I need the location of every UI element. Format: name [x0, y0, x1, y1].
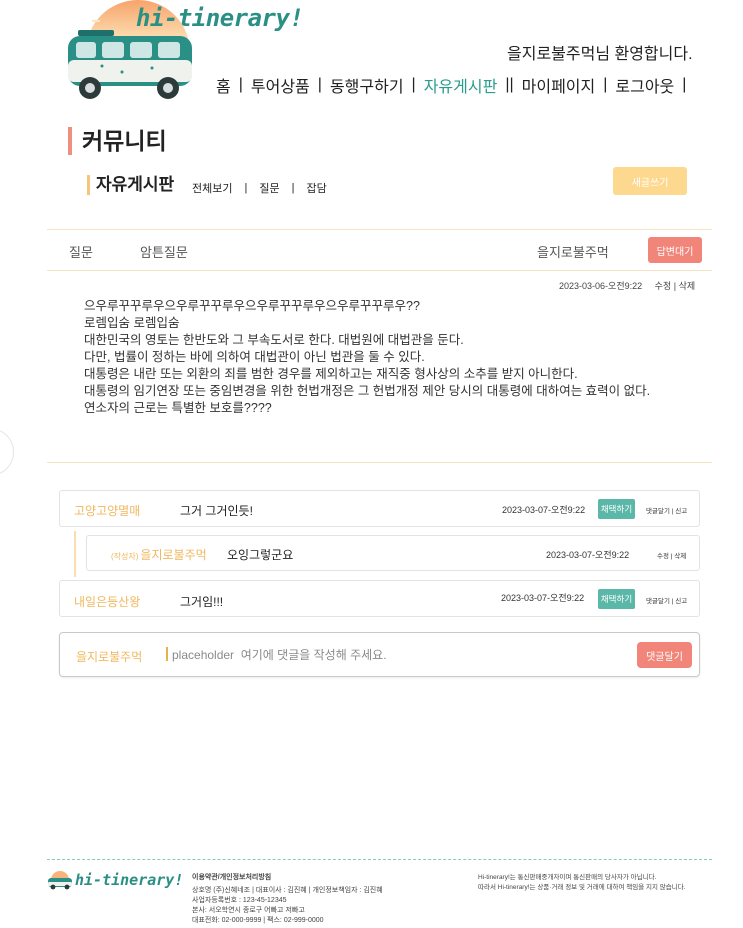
post-body-line: 다만, 법률이 정하는 바에 의하여 대법관이 아닌 법관을 둘 수 있다.: [84, 350, 425, 364]
footer-info-line: 대표전화: 02-000-9999 | 팩스: 02-999-0000: [192, 917, 324, 924]
footer-info-line: 사업자등록번호 : 123-45-12345: [192, 897, 287, 904]
footer-info-line: 본사: 서오학연시 종로구 어빠고 저빠고: [192, 907, 305, 914]
nav-home[interactable]: 홈: [216, 73, 231, 97]
comment-form: 을지로불주먹 댓글달기: [59, 632, 700, 677]
comment-date: 2023-03-07-오전9:22: [501, 593, 585, 603]
post-title: 암튼질문: [140, 245, 188, 260]
nav-tour-products[interactable]: 투어상품: [251, 73, 310, 97]
post-edit-link[interactable]: 수정: [655, 281, 672, 291]
footer-disclaimer: Hi-tinerary!는 통신판매중개자이며 통신판매의 당사자가 아닙니다.…: [478, 873, 686, 893]
logo-text[interactable]: hi-tinerary!: [136, 4, 304, 32]
nav-separator: |: [317, 76, 322, 93]
post-date: 2023-03-06-오전9:22: [559, 281, 643, 291]
page-title: 커뮤니티: [68, 127, 167, 155]
side-scroll-button[interactable]: [0, 428, 14, 476]
post-body-line: 대통령은 내란 또는 외환의 죄를 범한 경우를 제외하고는 재직중 형사상의 …: [84, 367, 578, 381]
adopt-button[interactable]: 채택하기: [598, 589, 635, 609]
post-author[interactable]: 을지로불주먹: [537, 242, 609, 261]
author-tag: (작성자): [111, 552, 139, 561]
submit-comment-button[interactable]: 댓글달기: [637, 642, 692, 668]
post-body: 으우루꾸꾸루우으우루꾸꾸루우으우루꾸꾸루우으우루꾸꾸루우?? 로렘입숨 로렘입숨…: [84, 298, 650, 417]
footer-info-line: 상호명 (주)신혜네조 | 대표이사 : 김진혜 | 개인정보책임자 : 김진혜: [192, 887, 383, 894]
comment-date: 2023-03-07-오전9:22: [502, 505, 586, 515]
footer-divider: [47, 859, 712, 860]
new-post-button[interactable]: 새글쓰기: [613, 167, 687, 195]
input-marker: [166, 647, 168, 661]
post-body-line: 으우루꾸꾸루우으우루꾸꾸루우으우루꾸꾸루우으우루꾸꾸루우??: [84, 299, 420, 313]
comment-text: 그거 그거인듯!: [180, 504, 253, 518]
board-tabs: 전체보기 | 질문 | 잡담: [192, 180, 327, 196]
reply-author[interactable]: (작성자) 을지로불주먹: [111, 546, 207, 563]
tab-question[interactable]: 질문: [259, 180, 279, 196]
reply-date: 2023-03-07-오전9:22: [546, 550, 630, 560]
comment-author[interactable]: 내일은등산왕: [74, 593, 140, 610]
comment-actions[interactable]: 댓글달기 | 신고: [646, 505, 687, 515]
welcome-message: 을지로불주먹님 환영합니다.: [507, 46, 693, 63]
nav-separator: |: [682, 76, 687, 93]
nav-separator: |: [238, 76, 243, 93]
nav-separator: |: [603, 76, 608, 93]
comment-item: 내일은등산왕 그거임!!! 2023-03-07-오전9:22 채택하기 댓글달…: [59, 580, 700, 617]
footer-note-line: 따라서 Hi-tinerary!는 상품·거래 정보 및 거래에 대하여 책임을…: [478, 884, 686, 891]
divider: [47, 462, 712, 463]
comment-text: 그거임!!!: [180, 595, 224, 609]
tab-separator: |: [244, 182, 248, 194]
comment-author[interactable]: 고양고양멸매: [74, 502, 140, 519]
post-body-line: 대한민국의 영토는 한반도와 그 부속도서로 한다. 대법원에 대법관을 둔다.: [84, 333, 464, 347]
nav-logout[interactable]: 로그아웃: [615, 73, 674, 97]
nav-my-page[interactable]: 마이페이지: [522, 73, 596, 97]
tab-chat[interactable]: 잡담: [306, 180, 326, 196]
post-body-line: 로렘입숨 로렘입숨: [84, 316, 180, 330]
footer-note-line: Hi-tinerary!는 통신판매중개자이며 통신판매의 당사자가 아닙니다.: [478, 874, 657, 881]
footer-van-icon: [48, 871, 72, 890]
tab-separator: |: [291, 182, 295, 194]
footer-logo-text[interactable]: hi-tinerary!: [75, 871, 183, 889]
board-title: 자유게시판: [87, 175, 174, 195]
tab-all[interactable]: 전체보기: [192, 180, 232, 196]
answer-status-button[interactable]: 답변대기: [648, 237, 702, 263]
footer-company-info: 이용약관/개인정보처리방침 상호명 (주)신혜네조 | 대표이사 : 김진혜 |…: [192, 873, 383, 926]
main-nav: 홈 | 투어상품 | 동행구하기 | 자유게시판 || 마이페이지 | 로그아웃…: [216, 73, 694, 97]
post-header: 질문 암튼질문 을지로불주먹 답변대기: [47, 229, 712, 271]
reply-author-name: 을지로불주먹: [140, 548, 207, 562]
reply-item: (작성자) 을지로불주먹 오잉그렇군요 2023-03-07-오전9:22 수정 …: [86, 535, 700, 571]
nav-separator: ||: [505, 76, 514, 93]
post-meta: 2023-03-06-오전9:22 수정 | 삭제: [559, 279, 695, 292]
nav-free-board[interactable]: 자유게시판: [424, 73, 498, 97]
terms-privacy-link[interactable]: 이용약관/개인정보처리방침: [192, 873, 383, 883]
post-delete-link[interactable]: 삭제: [679, 281, 696, 291]
reply-indent-line: [74, 531, 76, 577]
comment-actions[interactable]: 댓글달기 | 신고: [646, 595, 687, 605]
adopt-button[interactable]: 채택하기: [598, 499, 635, 519]
post-body-line: 연소자의 근로는 특별한 보호를????: [84, 401, 272, 415]
post-category: 질문: [69, 245, 93, 260]
comment-item: 고양고양멸매 그거 그거인듯! 2023-03-07-오전9:22 채택하기 댓…: [59, 490, 700, 527]
reply-actions[interactable]: 수정 | 삭제: [657, 550, 686, 560]
comment-input[interactable]: [172, 644, 612, 666]
reply-text: 오잉그렇군요: [227, 548, 294, 562]
comment-form-author: 을지로불주먹: [76, 650, 143, 664]
nav-find-companion[interactable]: 동행구하기: [330, 73, 404, 97]
nav-separator: |: [411, 76, 416, 93]
post-body-line: 대통령의 임기연장 또는 중임변경을 위한 헌법개정은 그 헌법개정 제안 당시…: [84, 384, 651, 398]
